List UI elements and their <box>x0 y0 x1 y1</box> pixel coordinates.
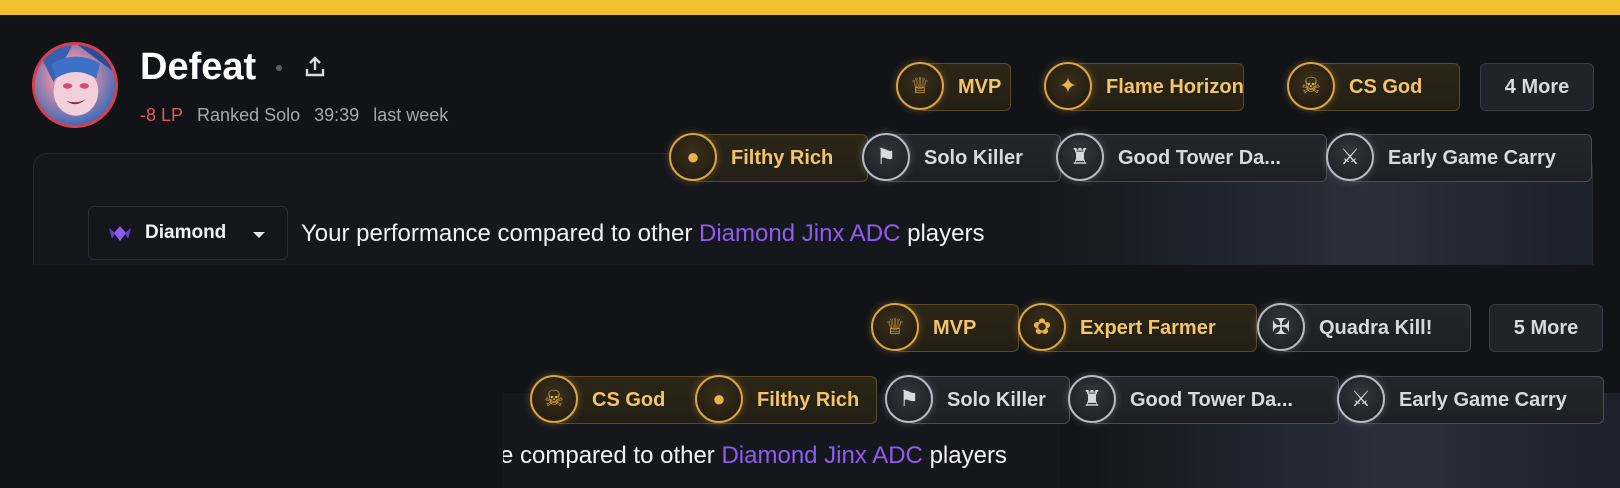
mvp-icon: ♕ <box>896 62 944 110</box>
match-time: last week <box>373 105 449 125</box>
diamond-rank-icon <box>109 226 131 241</box>
badge-label: Expert Farmer <box>1080 316 1216 339</box>
comparison-text: Your performance compared to other Diamo… <box>301 220 984 248</box>
match-meta: -8 LP Ranked Solo 39:39 last week <box>140 104 457 126</box>
tower-icon: ♜ <box>1056 133 1104 181</box>
comparison-highlight: Diamond Jinx ADC <box>699 220 901 247</box>
top-badge[interactable]: ☠ CS God <box>1287 62 1460 111</box>
badge-label: 4 More <box>1504 75 1570 98</box>
bottom-badge[interactable]: ✠ Quadra Kill! <box>1257 303 1471 352</box>
top-badge[interactable]: ⚔ Early Game Carry <box>1326 133 1592 182</box>
solo-killer-icon: ⚑ <box>885 375 933 423</box>
badge-label: Good Tower Da... <box>1130 388 1293 411</box>
match-result-title: Defeat <box>140 46 257 88</box>
early-carry-icon: ⚔ <box>1326 133 1374 181</box>
solo-killer-icon: ⚑ <box>862 133 910 181</box>
cs-god-icon: ☠ <box>530 375 578 423</box>
tower-icon: ♜ <box>1068 375 1116 423</box>
badge-label: Early Game Carry <box>1399 388 1567 411</box>
top-more-button[interactable]: 4 More <box>1480 63 1594 111</box>
comparison-suffix: players <box>907 220 985 247</box>
comparison-prefix: Your performance compared to other <box>301 220 693 247</box>
bottom-badge[interactable]: ♕ MVP <box>871 303 1019 352</box>
bottom-badge[interactable]: ● Filthy Rich <box>695 375 877 424</box>
money-bag-icon: ● <box>669 133 717 181</box>
rank-filter-label: Diamond <box>145 222 227 243</box>
bottom-badge[interactable]: ⚔ Early Game Carry <box>1337 375 1604 424</box>
top-badge[interactable]: ⚑ Solo Killer <box>862 133 1061 182</box>
cs-god-icon: ☠ <box>1287 62 1335 110</box>
lp-change: -8 LP <box>140 105 184 125</box>
badge-label: Early Game Carry <box>1388 146 1556 169</box>
expert-farmer-icon: ✿ <box>1018 303 1066 351</box>
badge-label: Quadra Kill! <box>1319 316 1433 339</box>
bottom-badge[interactable]: ✿ Expert Farmer <box>1018 303 1257 352</box>
top-badge[interactable]: ♜ Good Tower Da... <box>1056 133 1327 182</box>
mvp-icon: ♕ <box>871 303 919 351</box>
champion-avatar <box>32 42 118 128</box>
top-badge[interactable]: ✦ Flame Horizon <box>1044 62 1244 111</box>
money-bag-icon: ● <box>695 375 743 423</box>
jinx-portrait-icon <box>35 45 115 116</box>
comparison-prefix-partial: e compared to other <box>503 442 715 469</box>
early-carry-icon: ⚔ <box>1337 375 1385 423</box>
comparison-highlight-duplicate: Diamond Jinx ADC <box>721 442 923 469</box>
top-banner <box>0 0 1620 15</box>
queue-type: Ranked Solo <box>197 105 301 125</box>
badge-label: 5 More <box>1513 316 1579 339</box>
top-badge[interactable]: ● Filthy Rich <box>669 133 868 182</box>
badge-label: Flame Horizon <box>1106 75 1244 98</box>
separator-dot <box>276 65 282 71</box>
comparison-suffix-duplicate: players <box>929 442 1007 469</box>
comparison-text-partial: e compared to other Diamond Jinx ADC pla… <box>503 442 1007 470</box>
badge-label: Good Tower Da... <box>1118 146 1281 169</box>
top-badge[interactable]: ♕ MVP <box>896 62 1011 111</box>
match-duration: 39:39 <box>314 105 360 125</box>
chevron-down-icon <box>253 232 265 238</box>
bottom-badge[interactable]: ♜ Good Tower Da... <box>1068 375 1339 424</box>
bottom-badge[interactable]: ⚑ Solo Killer <box>885 375 1070 424</box>
bottom-more-button[interactable]: 5 More <box>1489 304 1603 352</box>
flame-horizon-icon: ✦ <box>1044 62 1092 110</box>
rank-filter-dropdown[interactable]: Diamond <box>88 206 288 260</box>
quadra-kill-icon: ✠ <box>1257 303 1305 351</box>
share-icon[interactable] <box>302 54 328 80</box>
